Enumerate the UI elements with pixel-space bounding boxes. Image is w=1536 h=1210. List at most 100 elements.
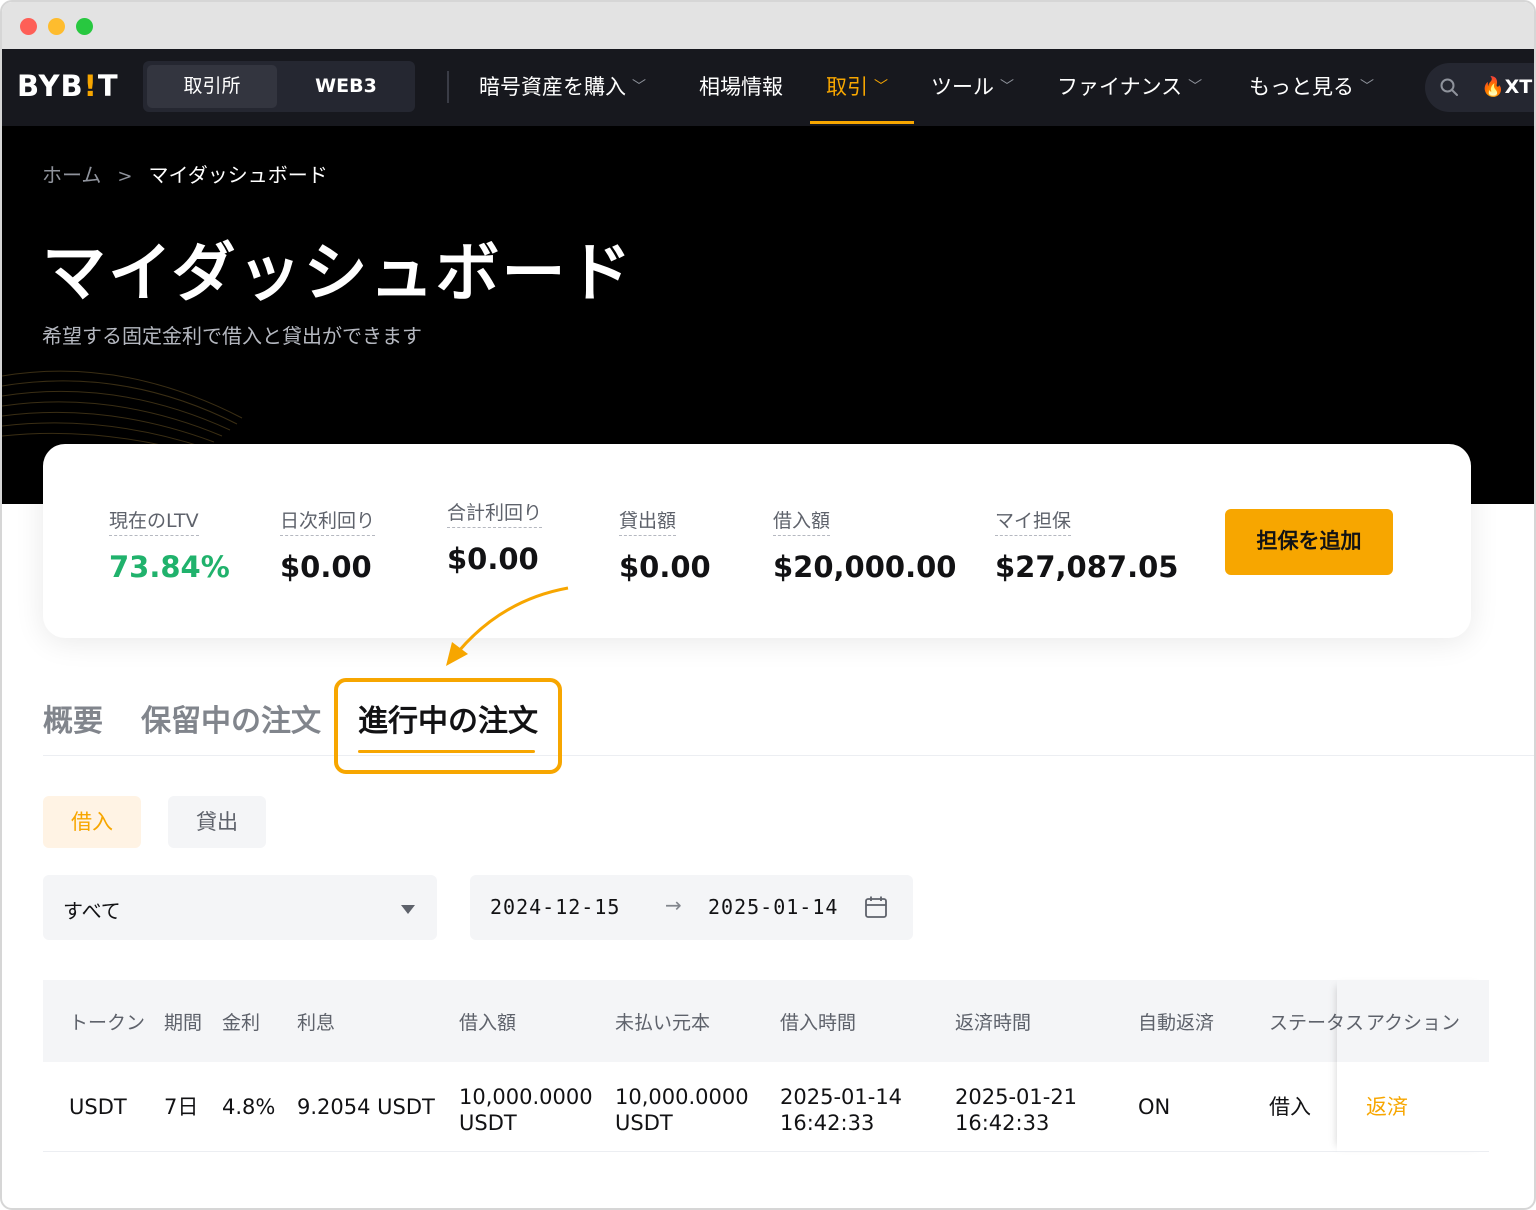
th-auto-repay: 自動返済 — [1138, 1012, 1215, 1034]
stat-label[interactable]: 借入額 — [773, 506, 831, 536]
tab-pending-orders[interactable]: 保留中の注文 — [141, 696, 321, 740]
logo-text: BYB — [17, 69, 84, 103]
segment-exchange[interactable]: 取引所 — [147, 65, 277, 108]
nav-label: 暗号資産を購入 — [479, 75, 626, 99]
cell-status: 借入 — [1269, 1095, 1311, 1119]
stat-label[interactable]: 合計利回り — [447, 498, 543, 528]
date-end[interactable]: 2025-01-14 — [708, 895, 838, 919]
th-action: アクション — [1366, 1012, 1461, 1034]
cell-line: 2025-01-14 — [780, 1085, 903, 1109]
stat-value: $0.00 — [280, 550, 372, 584]
caret-down-icon — [401, 905, 415, 914]
stat-lend-amount: 貸出額 $0.00 — [619, 506, 711, 584]
th-borrow-time: 借入時間 — [780, 1012, 857, 1034]
stat-value: $27,087.05 — [995, 550, 1179, 584]
stat-my-collateral: マイ担保 $27,087.05 — [995, 506, 1178, 584]
th-rate: 金利 — [222, 1012, 261, 1034]
segment-web3[interactable]: WEB3 — [281, 65, 411, 108]
nav-label: ファイナンス — [1057, 75, 1183, 99]
cell-borrow-amount: 10,000.0000 USDT — [459, 1084, 593, 1136]
cell-repay-time: 2025-01-21 16:42:33 — [955, 1084, 1077, 1136]
cell-auto-repay: ON — [1138, 1095, 1171, 1119]
browser-window: BYB!T 取引所 WEB3 暗号資産を購入 ﹀ 相場情報 取引 ﹀ ツール ﹀ ファ… — [0, 0, 1536, 1210]
platform-switch: 取引所 WEB3 — [143, 61, 415, 112]
th-token: トークン — [69, 1012, 146, 1034]
close-window-button[interactable] — [20, 18, 37, 35]
th-repay-time: 返済時間 — [955, 1012, 1032, 1034]
th-term: 期間 — [164, 1012, 203, 1034]
nav-label: もっと見る — [1249, 75, 1354, 99]
chevron-down-icon: ﹀ — [1188, 79, 1203, 95]
nav-label: 取引 — [826, 75, 868, 99]
page-subtitle: 希望する固定金利で借入と貸出ができます — [42, 324, 422, 348]
cell-token: USDT — [69, 1095, 127, 1119]
nav-item-tools[interactable]: ツール ﹀ — [931, 71, 1014, 101]
th-status: ステータス — [1269, 1012, 1365, 1034]
stat-value: $20,000.00 — [773, 550, 957, 584]
nav-label: ツール — [931, 75, 994, 99]
breadcrumb-home[interactable]: ホーム — [42, 163, 101, 187]
nav-divider — [447, 71, 449, 103]
date-range-picker[interactable]: 2024-12-15 → 2025-01-14 — [470, 875, 913, 940]
cell-line: USDT — [615, 1111, 673, 1135]
cell-interest: 9.2054 USDT — [297, 1095, 435, 1119]
stat-daily-yield: 日次利回り $0.00 — [280, 506, 376, 584]
nav-item-buy-crypto[interactable]: 暗号資産を購入 ﹀ — [479, 71, 646, 101]
cell-line: 16:42:33 — [780, 1111, 875, 1135]
stat-value: $0.00 — [619, 550, 711, 584]
nav-item-finance[interactable]: ファイナンス ﹀ — [1057, 71, 1202, 101]
status-column: ステータス 借入 — [1269, 980, 1379, 1152]
stat-value: 73.84% — [109, 550, 230, 584]
stat-total-yield: 合計利回り $0.00 — [447, 498, 543, 576]
cell-line: USDT — [459, 1111, 517, 1135]
date-start[interactable]: 2024-12-15 — [490, 895, 620, 919]
stat-value: $0.00 — [447, 542, 539, 576]
search-trending-text: 🔥XTE — [1481, 76, 1534, 98]
chevron-right-icon: > — [117, 166, 133, 187]
window-titlebar — [2, 2, 1534, 49]
th-interest: 利息 — [297, 1012, 336, 1034]
stat-label[interactable]: 貸出額 — [619, 506, 677, 536]
annotation-highlight-box — [334, 678, 562, 774]
calendar-icon[interactable] — [864, 895, 888, 919]
th-principal: 未払い元本 — [615, 1012, 711, 1034]
cell-rate: 4.8% — [222, 1095, 276, 1119]
nav-item-markets[interactable]: 相場情報 — [699, 71, 783, 101]
logo-text-end: T — [97, 69, 119, 103]
top-navbar: BYB!T 取引所 WEB3 暗号資産を購入 ﹀ 相場情報 取引 ﹀ ツール ﹀ ファ… — [2, 49, 1534, 126]
stat-label[interactable]: 現在のLTV — [109, 506, 199, 536]
subtab-lend[interactable]: 貸出 — [168, 796, 266, 848]
nav-label: 相場情報 — [699, 75, 783, 99]
stat-ltv: 現在のLTV 73.84% — [109, 506, 230, 584]
stat-label[interactable]: 日次利回り — [280, 506, 376, 536]
breadcrumb-current: マイダッシュボード — [148, 163, 328, 187]
cell-term: 7日 — [164, 1095, 199, 1119]
chevron-down-icon: ﹀ — [1360, 79, 1374, 95]
search-icon — [1440, 78, 1458, 96]
tab-overview[interactable]: 概要 — [43, 696, 103, 740]
chevron-down-icon: ﹀ — [632, 79, 646, 95]
arrow-right-icon: → — [665, 893, 682, 917]
status-select[interactable]: すべて — [43, 875, 437, 940]
th-borrow-amount: 借入額 — [459, 1012, 517, 1034]
stat-borrow-amount: 借入額 $20,000.00 — [773, 506, 956, 584]
nav-item-more[interactable]: もっと見る ﹀ — [1249, 71, 1374, 101]
select-value: すべて — [63, 899, 121, 923]
cell-line: 10,000.0000 — [615, 1085, 749, 1109]
annotation-arrow — [446, 586, 569, 666]
maximize-window-button[interactable] — [76, 18, 93, 35]
bybit-logo[interactable]: BYB!T — [17, 69, 119, 103]
cell-borrow-time: 2025-01-14 16:42:33 — [780, 1084, 902, 1136]
cell-line: 16:42:33 — [955, 1111, 1050, 1135]
page-title: マイダッシュボード — [42, 237, 634, 311]
nav-item-trade[interactable]: 取引 ﹀ — [826, 71, 888, 101]
add-collateral-button[interactable]: 担保を追加 — [1225, 509, 1393, 575]
minimize-window-button[interactable] — [48, 18, 65, 35]
cell-line: 10,000.0000 — [459, 1085, 593, 1109]
stat-label[interactable]: マイ担保 — [995, 506, 1072, 536]
cell-line: 2025-01-21 — [955, 1085, 1078, 1109]
search-box[interactable]: 🔥XTE — [1425, 63, 1534, 112]
chevron-down-icon: ﹀ — [874, 79, 888, 95]
subtab-borrow[interactable]: 借入 — [43, 796, 141, 848]
chevron-down-icon: ﹀ — [1000, 79, 1014, 95]
